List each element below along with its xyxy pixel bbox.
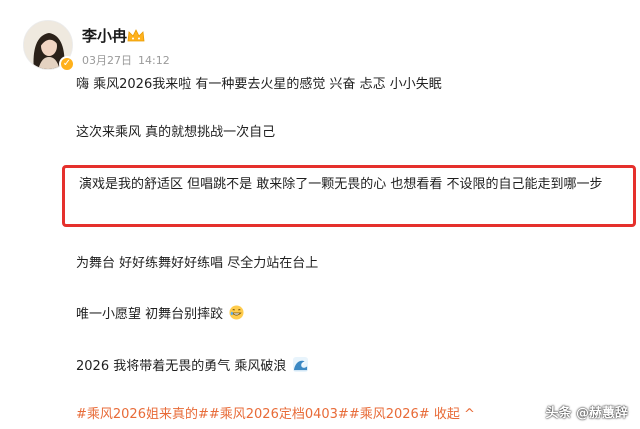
weibo-post: ✓ 李小冉 03月27日 14:12 嗨 乘风2026我来啦 有一种要去火星的感觉… bbox=[0, 0, 640, 429]
post-line-4: 唯一小愿望 初舞台别摔跤 bbox=[76, 307, 224, 322]
post-line-3: 为舞台 好好练舞好好练唱 尽全力站在台上 bbox=[76, 256, 319, 271]
post-date[interactable]: 03月27日 bbox=[82, 54, 132, 67]
hashtags[interactable]: #乘风2026姐来真的##乘风2026定档0403##乘风2026# 收起 ^ bbox=[76, 406, 475, 424]
post-meta: 03月27日 14:12 bbox=[82, 54, 176, 68]
post-line-2: 这次来乘风 真的就想挑战一次自己 bbox=[76, 125, 276, 140]
avatar[interactable]: ✓ bbox=[23, 20, 75, 72]
grin-emoji-icon bbox=[229, 305, 244, 320]
username[interactable]: 李小冉 bbox=[82, 26, 127, 46]
highlight-box: 演戏是我的舒适区 但唱跳不是 敢来除了一颗无畏的心 也想看看 不设限的自己能走到… bbox=[62, 165, 636, 227]
wave-emoji-icon bbox=[292, 357, 308, 372]
post-time[interactable]: 14:12 bbox=[138, 54, 170, 67]
verified-badge-icon: ✓ bbox=[59, 56, 75, 72]
highlight-text: 演戏是我的舒适区 但唱跳不是 敢来除了一颗无畏的心 也想看看 不设限的自己能走到… bbox=[79, 177, 603, 192]
post-line-1: 嗨 乘风2026我来啦 有一种要去火星的感觉 兴奋 忐忑 小小失眠 bbox=[76, 77, 442, 92]
post-line-5-wrap: 2026 我将带着无畏的勇气 乘风破浪 bbox=[76, 357, 308, 376]
post-line-4-wrap: 唯一小愿望 初舞台别摔跤 bbox=[76, 305, 244, 324]
crown-icon bbox=[127, 29, 145, 42]
post-line-5: 2026 我将带着无畏的勇气 乘风破浪 bbox=[76, 359, 287, 374]
watermark: 头条 @赫蕙辞 bbox=[545, 406, 628, 421]
